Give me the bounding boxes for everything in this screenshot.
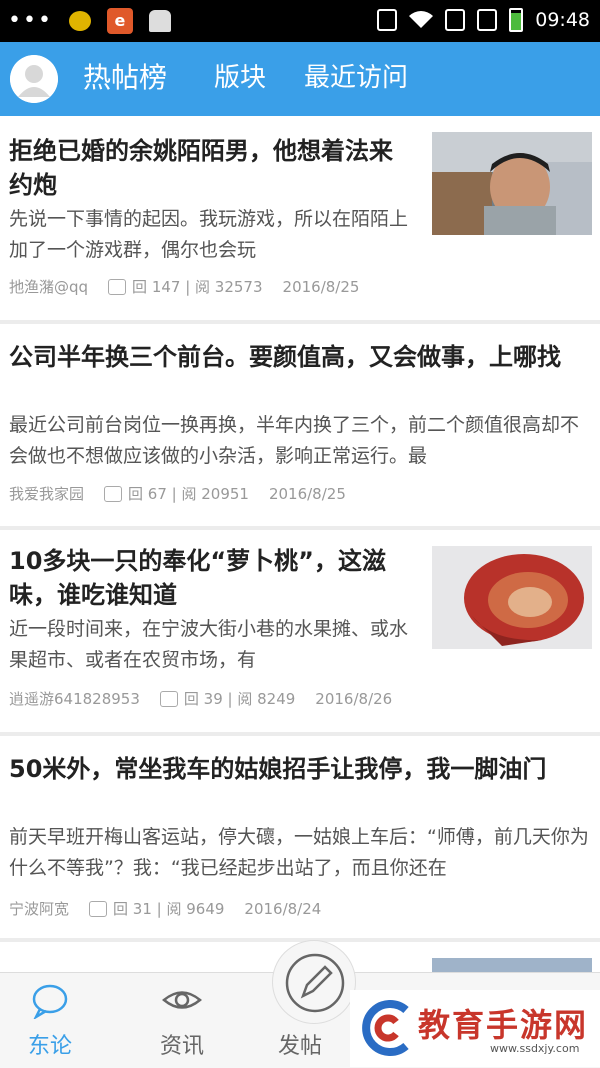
bottom-tab-label: 资讯 [159, 1034, 204, 1059]
post-card[interactable]: 拒绝已婚的余姚陌陌男，他想着法来约炮 先说一下事情的起因。我玩游戏，所以在陌陌上… [0, 116, 600, 320]
post-meta: 扡渔潴@qq 回 147 | 阅 32573 2016/8/25 [9, 276, 359, 297]
android-icon [148, 10, 171, 32]
more-notifications-icon: ••• [8, 8, 53, 33]
post-date: 2016/8/24 [244, 899, 322, 918]
avatar[interactable] [10, 55, 58, 103]
post-title: 公司半年换三个前台。要颜值高，又会做事，上哪找 [9, 343, 561, 371]
top-nav: 热帖榜 版块 最近访问 [0, 42, 600, 116]
post-meta: 宁波阿宽 回 31 | 阅 9649 2016/8/24 [9, 898, 321, 919]
bottom-tab-forum[interactable]: 东论 [0, 973, 100, 1068]
watermark-text: 教育手游网 [418, 1006, 589, 1044]
comment-icon [89, 900, 108, 917]
watermark-url: www.ssdxjy.com [490, 1042, 580, 1055]
post-card[interactable]: 10多块一只的奉化“萝卜桃”，这滋味，谁吃谁知道 近一段时间来，在宁波大街小巷的… [0, 530, 600, 732]
post-excerpt: 先说一下事情的起因。我玩游戏，所以在陌陌上加了一个游戏群，偶尔也会玩 [9, 208, 409, 261]
watermark-logo-icon [362, 1000, 409, 1056]
post-excerpt: 前天早班开梅山客运站，停大䃶，一姑娘上车后：“师傅，前几天你为什么不等我”？我：… [9, 826, 589, 879]
bottom-tab-news[interactable]: 资讯 [132, 973, 232, 1068]
post-date: 2016/8/25 [268, 484, 346, 503]
post-excerpt: 最近公司前台岗位一换再换，半年内换了三个，前二个颜值很高却不会做也不想做应该做的… [9, 414, 580, 467]
eye-icon [162, 991, 202, 1009]
tab-recent-visits[interactable]: 最近访问 [304, 60, 408, 96]
post-title: 50米外，常坐我车的姑娘招手让我停，我一脚油门 [9, 755, 547, 783]
watermark: 教育手游网 www.ssdxjy.com [350, 990, 600, 1067]
post-card[interactable]: 公司半年换三个前台。要颜值高，又会做事，上哪找 最近公司前台岗位一换再换，半年内… [0, 324, 600, 526]
post-author: 我爱我家园 [9, 485, 85, 503]
bottom-tab-label: 发帖 [277, 1034, 322, 1059]
post-excerpt: 近一段时间来，在宁波大街小巷的水果摊、或水果超市、或者在农贸市场，有 [9, 618, 409, 671]
sim1-icon [445, 9, 466, 31]
post-date: 2016/8/26 [315, 689, 393, 708]
post-meta: 逍遥游641828953 回 39 | 阅 8249 2016/8/26 [9, 688, 392, 709]
comment-icon [104, 485, 123, 502]
post-thumbnail [432, 132, 592, 235]
wifi-icon [409, 11, 434, 28]
post-author: 扡渔潴@qq [9, 278, 89, 296]
post-author: 宁波阿宽 [9, 900, 70, 918]
vibrate-icon [377, 9, 398, 31]
post-meta: 我爱我家园 回 67 | 阅 20951 2016/8/25 [9, 483, 346, 504]
chat-notification-icon [68, 11, 91, 31]
browser-notification-icon: e [106, 8, 133, 34]
compose-button[interactable] [272, 940, 356, 1024]
post-stats: 回 39 | 阅 8249 [183, 690, 296, 708]
user-avatar-icon [10, 55, 58, 103]
bottom-tab-label: 东论 [27, 1034, 72, 1059]
battery-icon [509, 8, 524, 32]
comment-icon [159, 690, 178, 707]
tab-boards[interactable]: 版块 [214, 60, 266, 96]
post-stats: 回 31 | 阅 9649 [113, 900, 225, 918]
post-author: 逍遥游641828953 [9, 690, 140, 708]
post-title: 拒绝已婚的余姚陌陌男，他想着法来约炮 [9, 137, 393, 199]
post-stats: 回 67 | 阅 20951 [128, 485, 249, 503]
chat-bubble-icon [32, 984, 68, 1019]
comment-icon [108, 278, 127, 295]
sim2-icon [477, 9, 498, 31]
post-thumbnail [432, 546, 592, 649]
post-title: 10多块一只的奉化“萝卜桃”，这滋味，谁吃谁知道 [9, 547, 386, 609]
post-date: 2016/8/25 [282, 277, 360, 296]
pencil-icon [285, 953, 345, 1013]
post-card[interactable]: 50米外，常坐我车的姑娘招手让我停，我一脚油门 前天早班开梅山客运站，停大䃶，一… [0, 736, 600, 938]
status-bar: ••• e 09:48 [0, 0, 600, 42]
tab-hot-posts[interactable]: 热帖榜 [83, 60, 167, 96]
clock: 09:48 [535, 9, 590, 31]
post-stats: 回 147 | 阅 32573 [132, 278, 263, 296]
